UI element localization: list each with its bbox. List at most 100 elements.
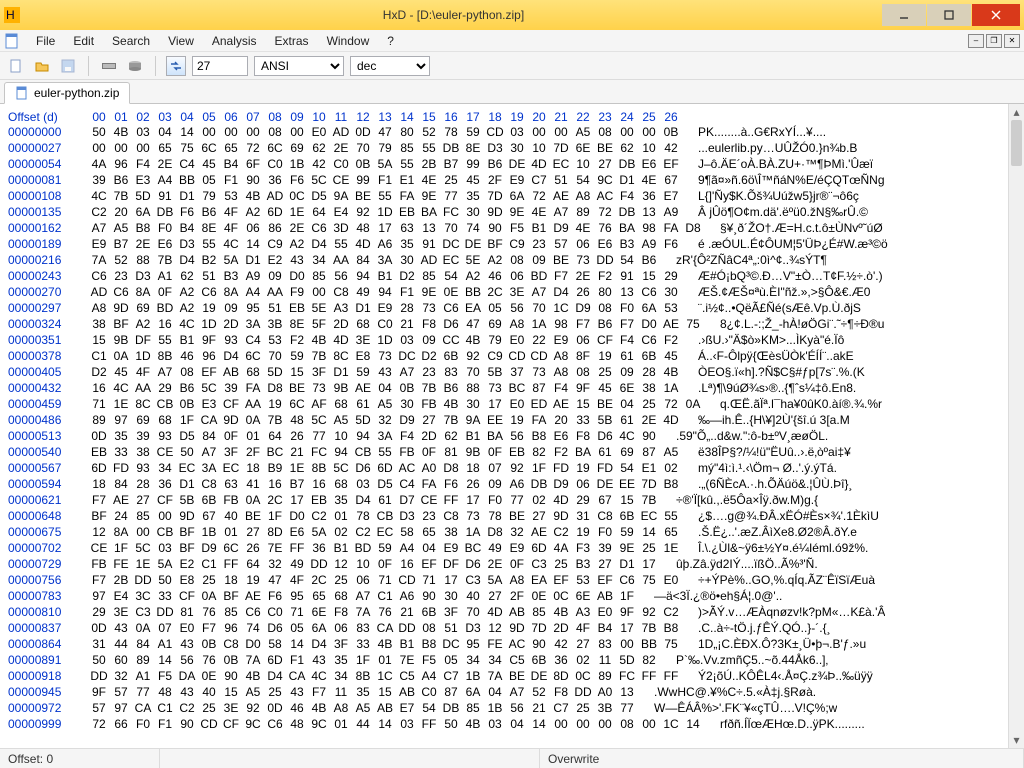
- row-bytes[interactable]: 7266F0F190CDCF9CC6489C01441403FF504B0304…: [88, 716, 704, 732]
- row-ascii[interactable]: ‰—ih.Ê..{H\¥]2Ù'{šî.ú 3[a.M: [698, 412, 850, 428]
- hex-row[interactable]: 0000002700000065756C65726C69622E70798555…: [8, 140, 1016, 156]
- open-button[interactable]: [32, 56, 52, 76]
- row-ascii[interactable]: .„(6ÑÈcA.·.h.ÕÄúö&.¦ÛÙ.Þî}¸: [698, 476, 853, 492]
- hex-row[interactable]: 000000544A96F42EC445B46FC01B42C00B5A552B…: [8, 156, 1016, 172]
- row-ascii[interactable]: L{]'Ñy$K­.Õš¾Uúžw5}jr®¨¬ô6ç: [698, 188, 859, 204]
- hex-row[interactable]: 00000432164CAA29B65C39FAD8BE739BAE040B7B…: [8, 380, 1016, 396]
- row-ascii[interactable]: ÷+ÝPè%..GO,%.qÍq.ÃZ¨ÊïSïÆuà: [698, 572, 875, 588]
- row-ascii[interactable]: rfðñ.ÍÏœÆHœ.D..ÿPK.........: [720, 716, 865, 732]
- row-ascii[interactable]: ûþ.Zâ.ÿd2IÝ....ïßÖ..Ã%³'Ñ.: [676, 556, 818, 572]
- hex-row[interactable]: 00000243C623D3A16251B3A909D0855694B1D285…: [8, 268, 1016, 284]
- row-ascii[interactable]: PK........à..G€RxYÍ...¥....: [698, 124, 826, 140]
- row-bytes[interactable]: 4A96F42EC445B46FC01B42C00B5A552BB799B6DE…: [88, 156, 682, 172]
- new-button[interactable]: [6, 56, 26, 76]
- hex-row[interactable]: 000005676DFD9334EC3AEC18B91E8B5CD66DACA0…: [8, 460, 1016, 476]
- hex-row[interactable]: 00000297A89D69BDA219099551EB5EA3D1E92873…: [8, 300, 1016, 316]
- hex-row[interactable]: 00000459711E8CCB0BE3CFAA196CAF6861A530FB…: [8, 396, 1016, 412]
- hex-row[interactable]: 000009459F577748434015A52543F7113515ABC0…: [8, 684, 1016, 700]
- menu-search[interactable]: Search: [104, 32, 158, 50]
- hex-row[interactable]: 000008370D430A07E0F79674D6056A0683CADD08…: [8, 620, 1016, 636]
- row-bytes[interactable]: ADC68A0FA2C68AA4AAF900C84994F19E0EBB2C3E…: [88, 284, 682, 300]
- bytes-per-row-input[interactable]: [192, 56, 248, 76]
- row-ascii[interactable]: .59"Õ„..d&w.":ô-b±ºV¸æøÖL.: [676, 428, 828, 444]
- row-bytes[interactable]: 504B0304140000000800E0AD0D4780527859CD03…: [88, 124, 682, 140]
- hex-row[interactable]: 00000189E9B72EE6D3554C14C9A2D4554DA63591…: [8, 236, 1016, 252]
- menu-extras[interactable]: Extras: [267, 32, 317, 50]
- row-bytes[interactable]: 293EC3DD817685C6C0716EF87A76216B3F704DAB…: [88, 604, 682, 620]
- hex-row[interactable]: 00000000504B0304140000000800E0AD0D478052…: [8, 124, 1016, 140]
- row-ascii[interactable]: 9¶ã¤»ñ.6ö\Î™ñáN%E/éÇQTœÑNg: [698, 172, 885, 188]
- row-ascii[interactable]: P`‰.Vv.zmñÇ5..~õ.44Åk6..]‚: [676, 652, 828, 668]
- row-bytes[interactable]: 4C7B5D91D179534BAD0CD59ABE55FA9E77357D6A…: [88, 188, 682, 204]
- ram-button[interactable]: [99, 56, 119, 76]
- minimize-button[interactable]: [882, 4, 926, 26]
- row-ascii[interactable]: 8¿¢.L.-:;Ž_-hÀ!øÖGi¨.˜÷¶÷Ð®u: [720, 316, 884, 332]
- menu-analysis[interactable]: Analysis: [204, 32, 265, 50]
- row-bytes[interactable]: 899769681FCA9D0A7B485CA55D32D9277B9AEE19…: [88, 412, 682, 428]
- row-bytes[interactable]: 164CAA29B65C39FAD8BE739BAE040B7BB68873BC…: [88, 380, 682, 396]
- row-bytes[interactable]: 7A52887BD4B25AD1E24334AA843A30ADEC5EA208…: [88, 252, 660, 268]
- row-bytes[interactable]: D2454FA708EFAB685D153FD15943A72383705B37…: [88, 364, 682, 380]
- close-button[interactable]: [972, 4, 1020, 26]
- menu-window[interactable]: Window: [319, 32, 378, 50]
- hex-row[interactable]: 00000729FBFE1E5AE2C1FF643249DD12100F16EF…: [8, 556, 1016, 572]
- row-bytes[interactable]: 128A00CBBF1B01278DE65A02C2EC5865381AD832…: [88, 524, 682, 540]
- hex-row[interactable]: 00000378C10A1D8B4696D46C70597B8CE873DCD2…: [8, 348, 1016, 364]
- row-ascii[interactable]: Ý2¡õÚ..KÔÊL4‹.Å¤Ç.z¾Þ..‰üÿÿ: [698, 668, 873, 684]
- scrollbar-thumb[interactable]: [1011, 120, 1022, 166]
- hex-row[interactable]: 00000351159BDF55B19F93C453F24B4D3E1D0309…: [8, 332, 1016, 348]
- row-bytes[interactable]: 38BFA2164C1D2D3A3B8E5F2D68C021F8D64769A8…: [88, 316, 704, 332]
- hex-row[interactable]: 000008915060891456760B7A6DF143351F017EF5…: [8, 652, 1016, 668]
- row-ascii[interactable]: ë38ÎP§?/¼!ü"ËUû..›.ë‚òºai‡¥: [698, 444, 851, 460]
- row-ascii[interactable]: ÒEO§.ï«h].?Ñ$C§#ƒp[7s¨.%.(K: [698, 364, 865, 380]
- row-ascii[interactable]: —ä<3Ï.¿®ö•eh§Á¦.0@'..: [654, 588, 782, 604]
- hex-row[interactable]: 00000162A7A5B8F0B48E4F06862EC63D48176313…: [8, 220, 1016, 236]
- row-bytes[interactable]: 00000065756C65726C69622E70798555DB8ED330…: [88, 140, 682, 156]
- menu-help[interactable]: ?: [379, 32, 402, 50]
- row-bytes[interactable]: 9F577748434015A52543F7113515ABC0876A04A7…: [88, 684, 638, 700]
- row-bytes[interactable]: C10A1D8B4696D46C70597B8CE873DCD26B92C9CD…: [88, 348, 682, 364]
- row-bytes[interactable]: C2206ADBF6B64FA26D1E64E4921DEBBAFC309D9E…: [88, 204, 682, 220]
- hex-view[interactable]: Offset (d) 00010203040506070809101112131…: [0, 104, 1024, 748]
- row-ascii[interactable]: ...eulerlib.py…UÛŽÓ0.}n¾b.B: [698, 140, 857, 156]
- hex-row[interactable]: 0000032438BFA2164C1D2D3A3B8E5F2D68C021F8…: [8, 316, 1016, 332]
- row-ascii[interactable]: Æ#Ó¡bQ³©.Ð…V"±Ò…T¢F.½÷.ò'.): [698, 268, 883, 284]
- hex-row[interactable]: 00000621F7AE27CF5B6BFB0A2C17EB35D461D7CE…: [8, 492, 1016, 508]
- hex-row[interactable]: 000001084C7B5D91D179534BAD0CD59ABE55FA9E…: [8, 188, 1016, 204]
- row-bytes[interactable]: 0D430A07E0F79674D6056A0683CADD0851D3129D…: [88, 620, 682, 636]
- row-bytes[interactable]: 314484A1430BC8D05814D43F334BB1B8DC95FEAC…: [88, 636, 682, 652]
- row-bytes[interactable]: E9B72EE6D3554C14C9A2D4554DA63591DCDEBFC9…: [88, 236, 682, 252]
- row-bytes[interactable]: DD32A1F5DA0E904BD4CA4C348B1CC5A4C71B7ABE…: [88, 668, 682, 684]
- row-bytes[interactable]: BF2485009D6740BE1FD0C20178CBD323C87378BE…: [88, 508, 682, 524]
- row-ascii[interactable]: q.ŒË.ãÏª.l¯ha¥0ûK0.àí®.¾.%r: [720, 396, 882, 412]
- row-arrows-icon[interactable]: [166, 56, 186, 76]
- row-bytes[interactable]: A7A5B8F0B48E4F06862EC63D48176313707490F5…: [88, 220, 704, 236]
- hex-row[interactable]: 00000135C2206ADBF6B64FA26D1E64E4921DEBBA…: [8, 204, 1016, 220]
- row-ascii[interactable]: mý"4ì:ì.¹.‹\Öm¬ Ø..'.ý.ýTá.: [698, 460, 837, 476]
- hex-row[interactable]: 00000270ADC68A0FA2C68AA4AAF900C84994F19E…: [8, 284, 1016, 300]
- scroll-down-icon[interactable]: ▾: [1009, 732, 1024, 748]
- hex-row[interactable]: 000002167A52887BD4B25AD1E24334AA843A30AD…: [8, 252, 1016, 268]
- mdi-restore-button[interactable]: ❐: [986, 34, 1002, 48]
- hex-row[interactable]: 00000702CE1F5C03BFD96C267EFF36B1BD59A404…: [8, 540, 1016, 556]
- hex-row[interactable]: 0000008139B6E3A4BB05F19036F65CCE99F1E14E…: [8, 172, 1016, 188]
- hex-row[interactable]: 0000078397E43C33CF0ABFAEF6956568A7C1A690…: [8, 588, 1016, 604]
- hex-row[interactable]: 000009997266F0F190CDCF9CC6489C01441403FF…: [8, 716, 1016, 732]
- row-bytes[interactable]: 5060891456760B7A6DF143351F017EF5053434C5…: [88, 652, 660, 668]
- row-bytes[interactable]: 0D353993D5840F0164267710943AF42D62B1BA56…: [88, 428, 660, 444]
- mdi-minimize-button[interactable]: –: [968, 34, 984, 48]
- row-ascii[interactable]: )>ÃÝ.v…ÆÀqnøzv!k?pM«…K£à.'Â: [698, 604, 885, 620]
- row-bytes[interactable]: 39B6E3A4BB05F19036F65CCE99F1E14E25452FE9…: [88, 172, 682, 188]
- row-ascii[interactable]: Â jÛö¶O¢m.dä'.ëºü0.žN§‰rÛ.©: [698, 204, 868, 220]
- hex-row[interactable]: 00000540EB3338CE50A73F2FBC21FC94CB55FB0F…: [8, 444, 1016, 460]
- hex-row[interactable]: 000009725797CAC1C2253E920D464BA8A5ABE754…: [8, 700, 1016, 716]
- hex-row[interactable]: 00000675128A00CBBF1B01278DE65A02C2EC5865…: [8, 524, 1016, 540]
- hex-row[interactable]: 00000918DD32A1F5DA0E904BD4CA4C348B1CC5A4…: [8, 668, 1016, 684]
- row-ascii[interactable]: é .æÓUL.É¢ÔUM¦5'ÜÞ¿É#W.æ³©ö: [698, 236, 888, 252]
- row-bytes[interactable]: 97E43C33CF0ABFAEF6956568A7C1A6903040272F…: [88, 588, 638, 604]
- row-bytes[interactable]: FBFE1E5AE2C1FF643249DD12100F16EFDFD62E0F…: [88, 556, 660, 572]
- menu-edit[interactable]: Edit: [65, 32, 102, 50]
- row-bytes[interactable]: F7AE27CF5B6BFB0A2C17EB35D461D7CEFF17F077…: [88, 492, 660, 508]
- row-bytes[interactable]: 711E8CCB0BE3CFAA196CAF6861A530FB4B3017E0…: [88, 396, 704, 412]
- row-ascii[interactable]: .Š.Ë¿..'.æZ.ÂìXe8.Ø2®Â.ðY.e: [698, 524, 857, 540]
